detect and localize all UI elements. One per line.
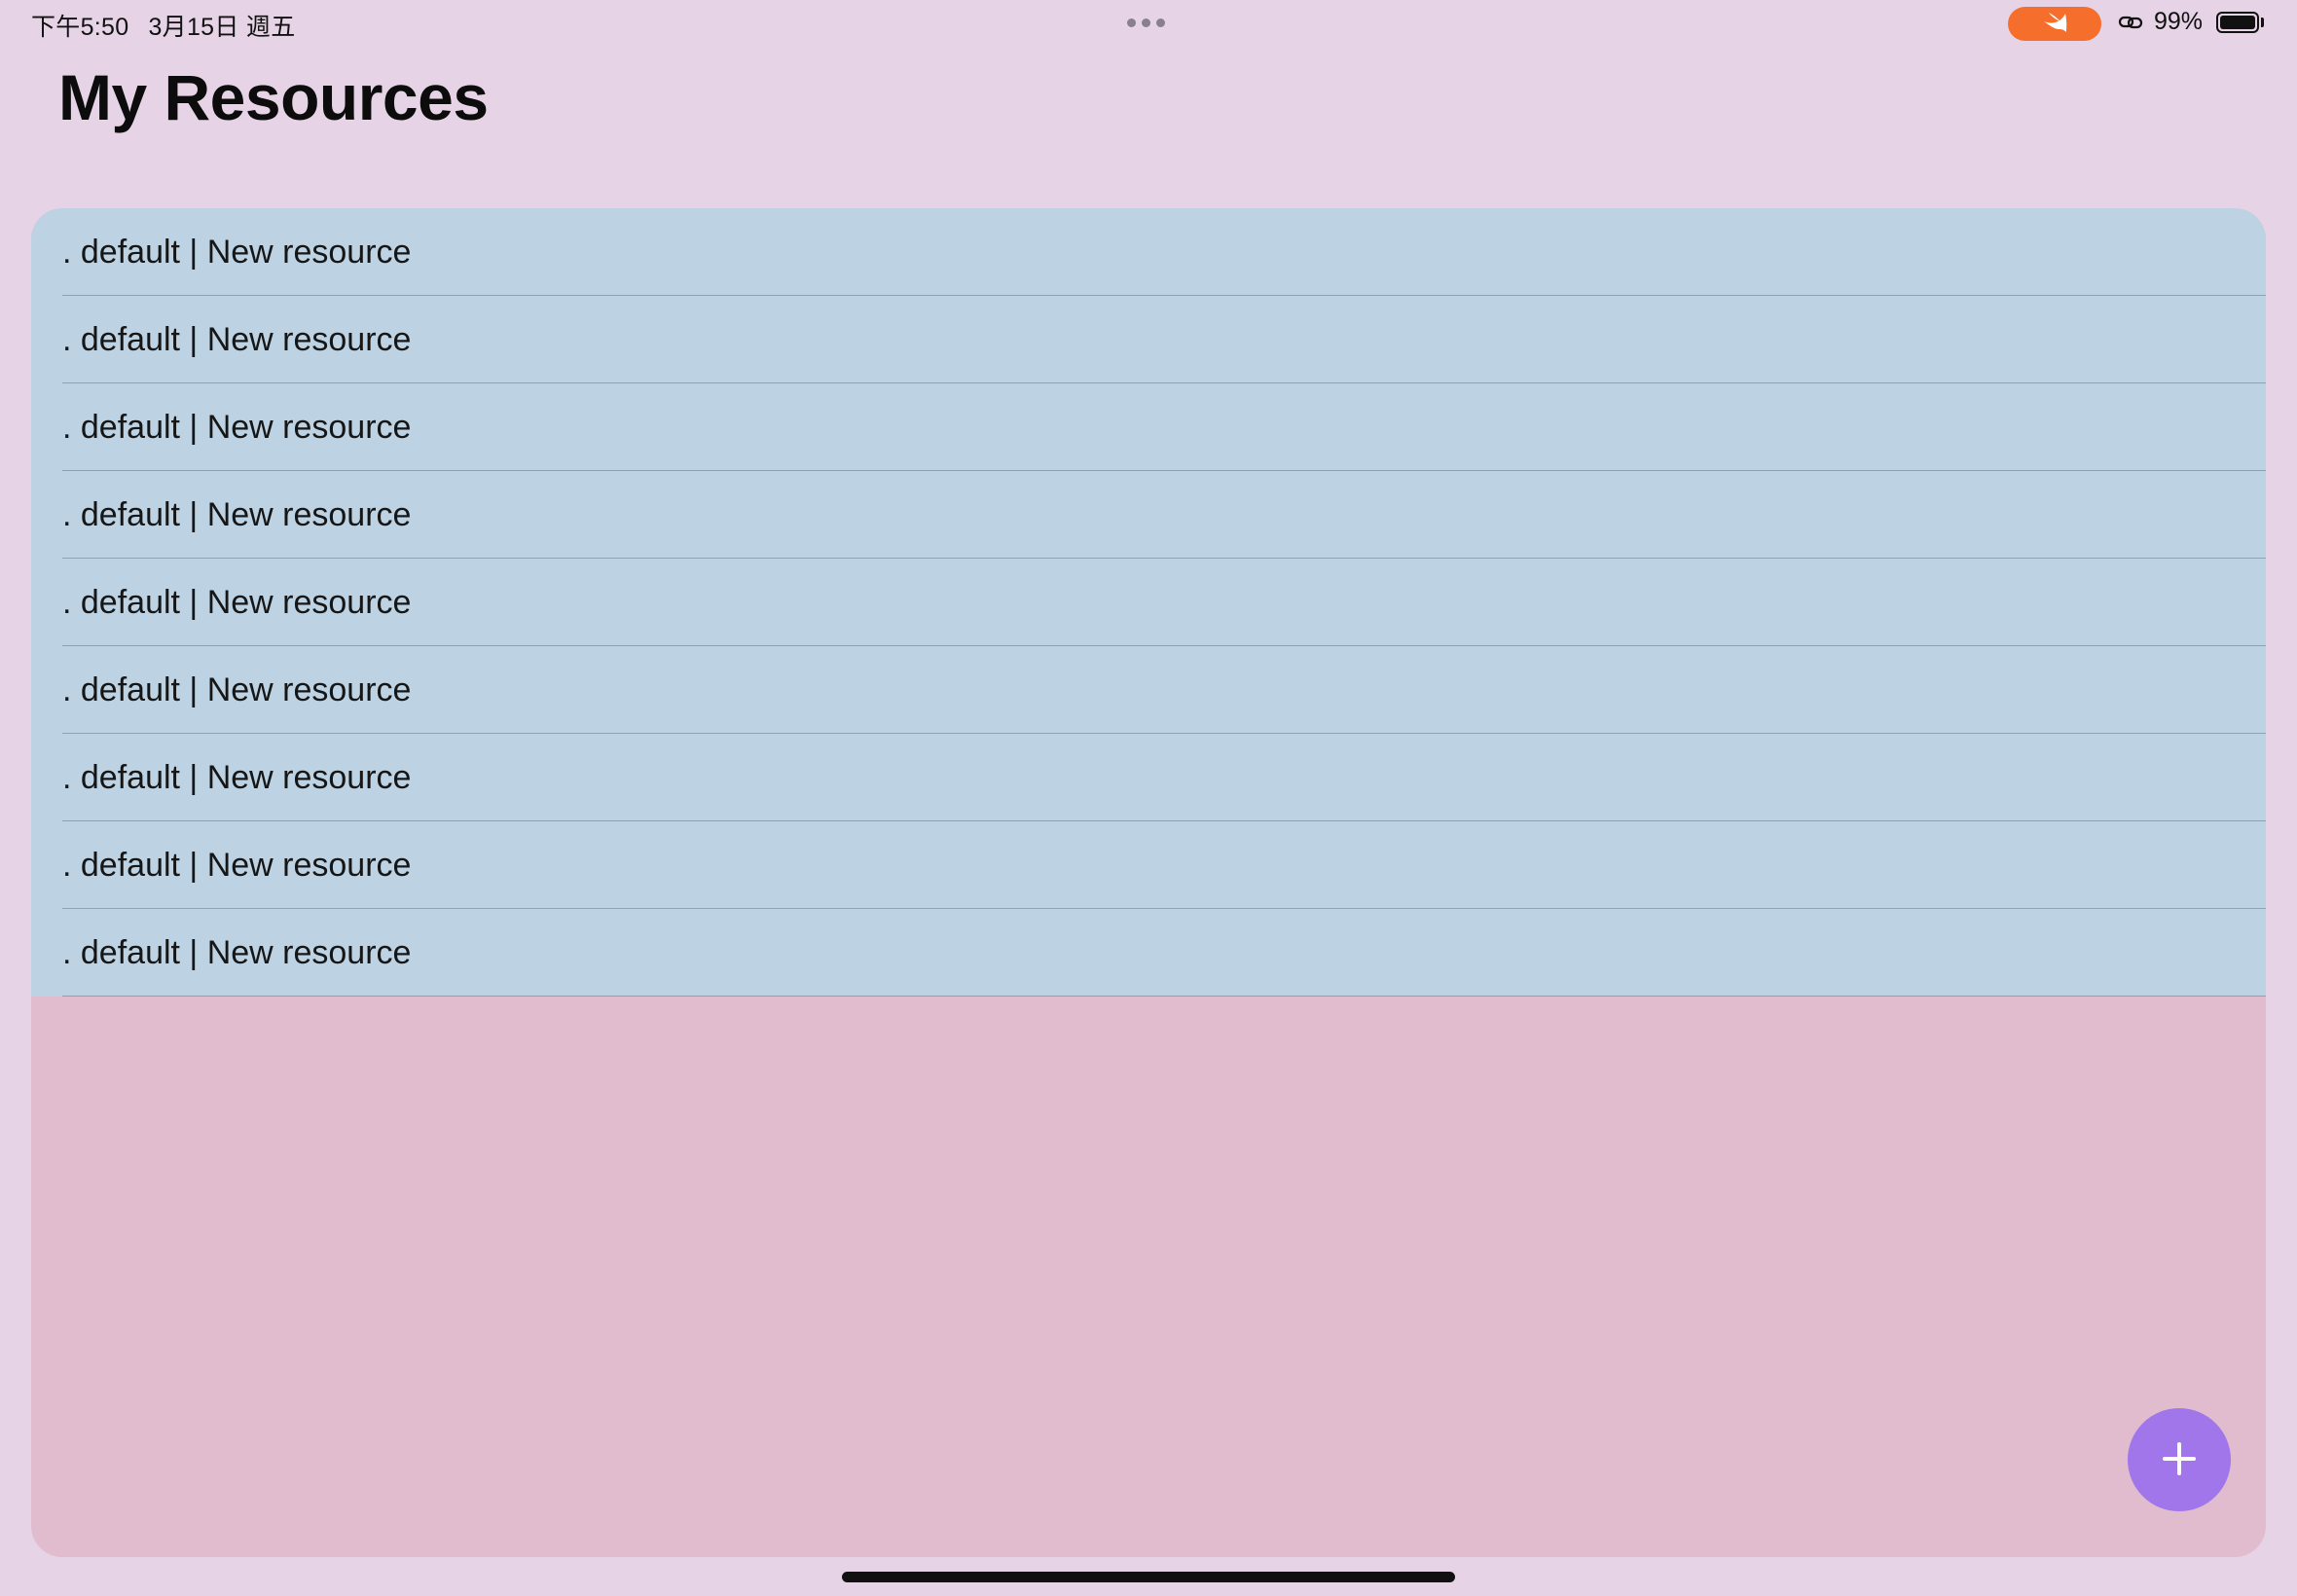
- swift-app-icon: [2040, 10, 2069, 38]
- status-bar: 下午5:50 3月15日 週五 99%: [0, 0, 2297, 47]
- resource-label: . default | New resource: [62, 408, 412, 446]
- status-date: 3月15日 週五: [148, 14, 296, 41]
- resource-list: . default | New resource . default | New …: [31, 208, 2266, 997]
- resource-row[interactable]: . default | New resource: [31, 296, 2266, 383]
- link-icon: [2118, 13, 2143, 37]
- resource-row[interactable]: . default | New resource: [31, 909, 2266, 997]
- resource-label: . default | New resource: [62, 583, 412, 621]
- resource-row[interactable]: . default | New resource: [31, 559, 2266, 646]
- resource-label: . default | New resource: [62, 846, 412, 884]
- page-title: My Resources: [58, 61, 489, 133]
- resource-row[interactable]: . default | New resource: [31, 471, 2266, 559]
- resource-label: . default | New resource: [62, 933, 412, 971]
- status-time-date: 下午5:50 3月15日 週五: [31, 8, 296, 43]
- resource-label: . default | New resource: [62, 233, 412, 271]
- add-resource-button[interactable]: [2128, 1408, 2231, 1511]
- plus-icon: [2160, 1439, 2199, 1481]
- battery-cap: [2261, 18, 2264, 27]
- home-indicator[interactable]: [842, 1572, 1455, 1582]
- resource-label: . default | New resource: [62, 671, 412, 708]
- resource-row[interactable]: . default | New resource: [31, 821, 2266, 909]
- swift-app-indicator[interactable]: [2008, 7, 2101, 41]
- resource-row[interactable]: . default | New resource: [31, 208, 2266, 296]
- multitasking-dots-icon[interactable]: [1127, 18, 1165, 27]
- resource-list-container: . default | New resource . default | New …: [31, 208, 2266, 1557]
- status-time: 下午5:50: [31, 14, 129, 41]
- battery-percent: 99%: [2154, 8, 2204, 35]
- battery-icon: [2216, 12, 2259, 33]
- resource-label: . default | New resource: [62, 495, 412, 533]
- battery-level-fill: [2220, 16, 2255, 29]
- resource-row[interactable]: . default | New resource: [31, 383, 2266, 471]
- resource-row[interactable]: . default | New resource: [31, 734, 2266, 821]
- resource-row[interactable]: . default | New resource: [31, 646, 2266, 734]
- resource-label: . default | New resource: [62, 320, 412, 358]
- resource-label: . default | New resource: [62, 758, 412, 796]
